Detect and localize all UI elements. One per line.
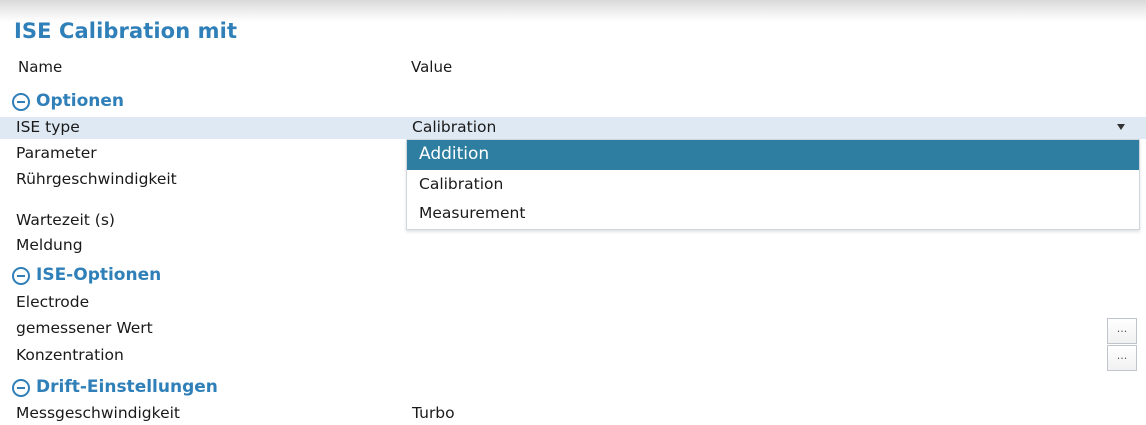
chevron-down-icon[interactable] [1117, 124, 1125, 130]
property-label: ISE type [16, 118, 80, 136]
section-drift-einstellungen[interactable]: Drift-Einstellungen [0, 374, 1146, 402]
column-header-name: Name [18, 58, 63, 76]
property-value[interactable]: Turbo [412, 404, 455, 422]
collapse-minus-icon[interactable] [12, 93, 30, 111]
property-row-ise-type[interactable]: ISE type Calibration [0, 117, 1146, 139]
dropdown-option-calibration[interactable]: Calibration [407, 170, 1139, 200]
property-label: Wartezeit (s) [16, 211, 115, 229]
dropdown-option-measurement[interactable]: Measurement [407, 199, 1139, 229]
property-label: gemessener Wert [16, 319, 153, 337]
property-row-messgeschwindigkeit[interactable]: Messgeschwindigkeit Turbo [0, 401, 1146, 425]
option-label: Measurement [419, 204, 526, 222]
collapse-minus-icon[interactable] [12, 379, 30, 397]
property-label: Parameter [16, 144, 97, 162]
property-label: Electrode [16, 293, 90, 311]
property-row-gemessener-wert[interactable]: gemessener Wert [0, 316, 1146, 342]
section-ise-optionen[interactable]: ISE-Optionen [0, 262, 1146, 290]
section-title: Optionen [36, 91, 124, 111]
ellipsis-button[interactable]: ... [1107, 345, 1137, 371]
property-label: Meldung [16, 236, 83, 254]
collapse-minus-icon[interactable] [12, 267, 30, 285]
property-row-electrode[interactable]: Electrode [0, 290, 1146, 316]
property-label: Messgeschwindigkeit [16, 404, 180, 422]
ise-type-dropdown-list[interactable]: Addition Calibration Measurement [406, 139, 1140, 230]
page-title: ISE Calibration mit [14, 19, 238, 43]
section-title: Drift-Einstellungen [36, 377, 218, 397]
option-label: Calibration [419, 175, 504, 193]
property-row-meldung[interactable]: Meldung [0, 233, 1146, 259]
property-row-konzentration[interactable]: Konzentration [0, 343, 1146, 369]
section-title: ISE-Optionen [36, 265, 162, 285]
property-label: Rührgeschwindigkeit [16, 170, 177, 188]
ise-type-select[interactable]: Calibration [412, 118, 496, 136]
column-header-value: Value [411, 58, 453, 76]
option-label: Addition [419, 144, 490, 164]
property-label: Konzentration [16, 346, 124, 364]
section-optionen[interactable]: Optionen [0, 88, 1146, 116]
ellipsis-button[interactable]: ... [1107, 318, 1137, 344]
dropdown-option-addition[interactable]: Addition [407, 140, 1139, 170]
